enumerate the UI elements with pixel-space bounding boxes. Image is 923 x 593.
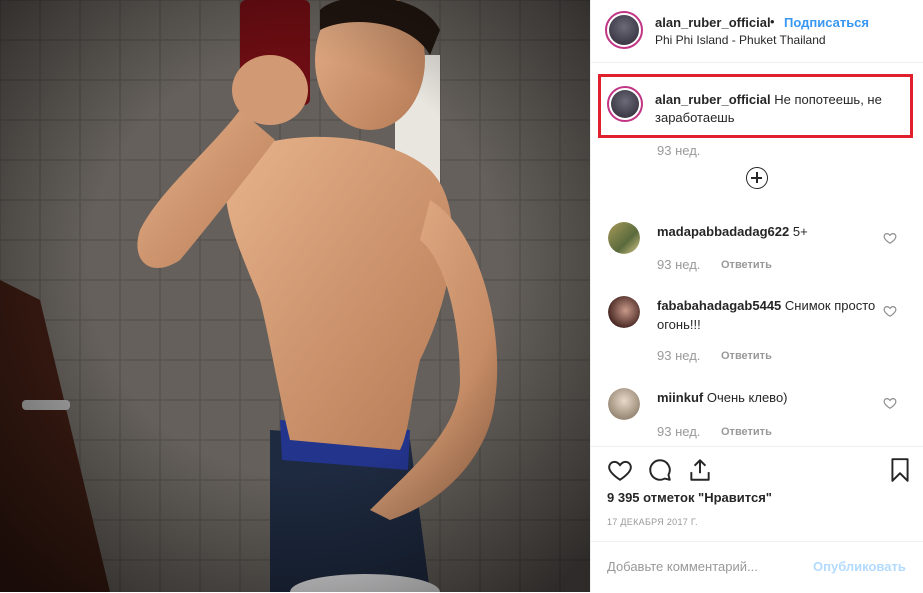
post-details-panel: alan_ruber_official • Подписаться Phi Ph… bbox=[590, 0, 923, 592]
location-link[interactable]: Phi Phi Island - Phuket Thailand bbox=[655, 33, 826, 47]
reply-button[interactable]: Ответить bbox=[721, 426, 772, 438]
comment-avatar[interactable] bbox=[608, 388, 640, 420]
post-photo[interactable] bbox=[0, 0, 590, 592]
bookmark-icon[interactable] bbox=[887, 457, 913, 483]
comment-time[interactable]: 93 нед. bbox=[657, 257, 700, 272]
add-comment-bar: Добавьте комментарий... Опубликовать bbox=[591, 541, 923, 593]
comment: fababahadagab5445 Снимок просто огонь!!! bbox=[657, 296, 877, 334]
comment-username[interactable]: madapabbadadag622 bbox=[657, 224, 789, 239]
likes-count[interactable]: 9 395 отметок "Нравится" bbox=[607, 490, 772, 505]
author-username[interactable]: alan_ruber_official bbox=[655, 15, 771, 30]
comment-avatar[interactable] bbox=[608, 222, 640, 254]
caption-avatar[interactable] bbox=[607, 86, 643, 122]
author-avatar[interactable] bbox=[605, 11, 643, 49]
comment-username[interactable]: fababahadagab5445 bbox=[657, 298, 781, 313]
follow-button[interactable]: Подписаться bbox=[784, 15, 869, 30]
comment-icon[interactable] bbox=[647, 457, 673, 483]
selfie-image bbox=[0, 0, 590, 592]
actions-divider bbox=[591, 446, 923, 447]
separator-dot: • bbox=[770, 14, 775, 29]
comment-text: 5+ bbox=[792, 224, 808, 239]
reply-button[interactable]: Ответить bbox=[721, 350, 772, 362]
add-comment-input[interactable]: Добавьте комментарий... bbox=[607, 559, 758, 574]
comment: miinkuf Очень клево) bbox=[657, 388, 877, 407]
comment-username[interactable]: miinkuf bbox=[657, 390, 703, 405]
comment: madapabbadadag622 5+ bbox=[657, 222, 877, 241]
heart-icon[interactable] bbox=[883, 396, 897, 410]
load-more-comments-button[interactable] bbox=[746, 167, 768, 189]
publish-button[interactable]: Опубликовать bbox=[813, 559, 906, 574]
reply-button[interactable]: Ответить bbox=[721, 259, 772, 271]
share-icon[interactable] bbox=[687, 457, 713, 483]
post-header: alan_ruber_official • Подписаться Phi Ph… bbox=[591, 0, 923, 63]
post-date[interactable]: 17 ДЕКАБРЯ 2017 Г. bbox=[607, 517, 698, 527]
heart-icon[interactable] bbox=[883, 231, 897, 245]
comment-text: Очень клево) bbox=[706, 390, 788, 405]
heart-icon[interactable] bbox=[883, 304, 897, 318]
caption-username[interactable]: alan_ruber_official bbox=[655, 92, 771, 107]
comment-time[interactable]: 93 нед. bbox=[657, 424, 700, 439]
caption-time[interactable]: 93 нед. bbox=[657, 143, 700, 158]
comment-time[interactable]: 93 нед. bbox=[657, 348, 700, 363]
caption: alan_ruber_official Не попотеешь, не зар… bbox=[655, 91, 905, 127]
comment-avatar[interactable] bbox=[608, 296, 640, 328]
heart-icon[interactable] bbox=[607, 457, 633, 483]
